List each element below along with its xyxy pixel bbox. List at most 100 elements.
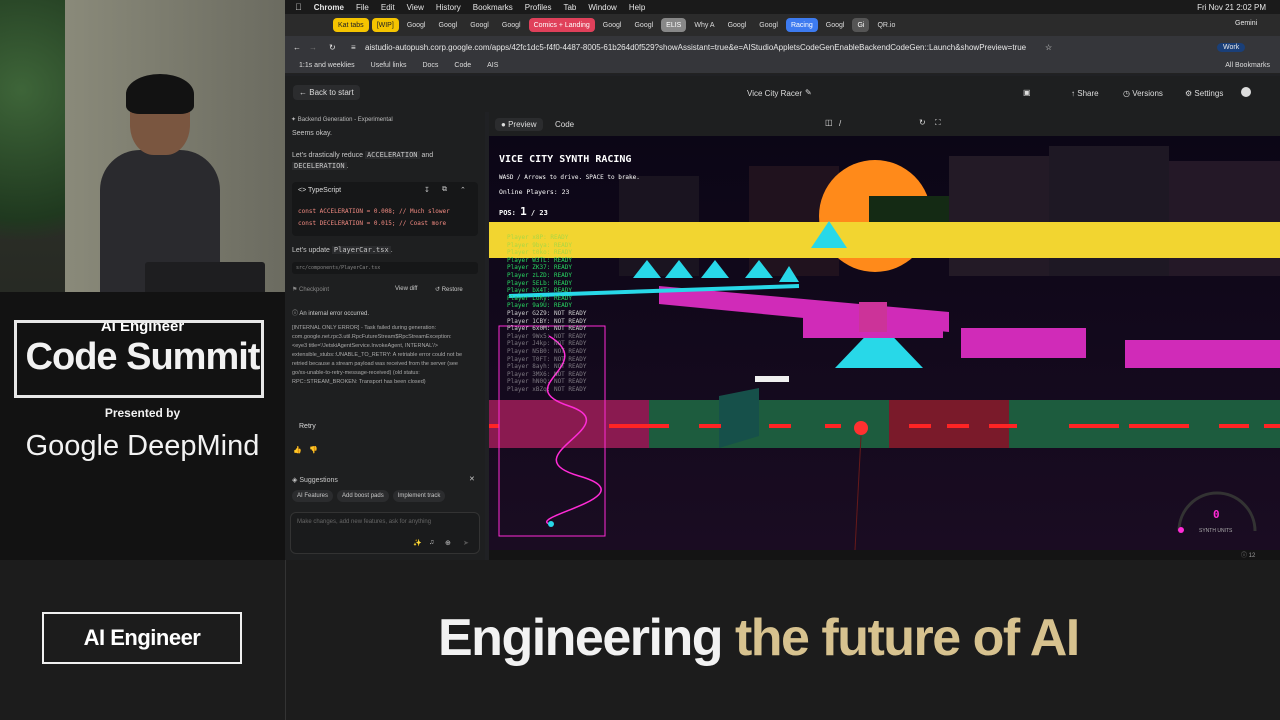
apple-icon[interactable]:  bbox=[295, 2, 302, 12]
collapse-icon[interactable]: ⌃ bbox=[460, 186, 466, 194]
versions-button[interactable]: ◷ Versions bbox=[1123, 89, 1163, 98]
bookmark-folder[interactable]: 1:1s and weeklies bbox=[299, 62, 355, 69]
file-path[interactable]: src/components/PlayerCar.tsx bbox=[292, 262, 478, 274]
menu-file[interactable]: File bbox=[356, 3, 369, 12]
browser-tab[interactable]: Racing bbox=[785, 18, 818, 32]
magic-icon[interactable]: ✨ bbox=[413, 539, 422, 547]
player-entry: Player zLZD: READY bbox=[507, 271, 573, 279]
menu-tab[interactable]: Tab bbox=[563, 3, 576, 12]
edit-title-icon[interactable]: ✎ bbox=[805, 88, 812, 97]
site-info-icon[interactable]: ≡ bbox=[351, 43, 356, 52]
chat-input-box[interactable]: Make changes, add new features, ask for … bbox=[290, 512, 480, 554]
restore-button[interactable]: ↺ Restore bbox=[435, 286, 463, 293]
view-diff-button[interactable]: View diff bbox=[395, 286, 417, 292]
suggestion-chip[interactable]: AI Features bbox=[292, 490, 334, 502]
player-entry: Player 3MX6: NOT READY bbox=[507, 370, 587, 378]
retry-button[interactable]: Retry bbox=[299, 423, 316, 430]
monitor-icon[interactable]: ▣ bbox=[1023, 88, 1031, 97]
copy-icon[interactable]: ⧉ bbox=[442, 186, 447, 194]
player-entry: Player 6x0M: NOT READY bbox=[507, 325, 587, 333]
thumbs-down-icon[interactable]: 👎 bbox=[309, 446, 318, 454]
browser-tab[interactable]: Googl bbox=[821, 18, 850, 32]
preview-path[interactable]: / bbox=[839, 119, 925, 131]
browser-tab[interactable]: Googl bbox=[723, 18, 752, 32]
bookmark-folder[interactable]: Useful links bbox=[371, 62, 407, 69]
gemini-button[interactable]: Gemini bbox=[1235, 20, 1257, 27]
back-icon[interactable]: ← bbox=[293, 43, 301, 52]
position-readout: POS: 1 / 23 bbox=[499, 205, 548, 218]
menu-edit[interactable]: Edit bbox=[381, 3, 395, 12]
chat-panel: ✦ Backend Generation - Experimental Seem… bbox=[285, 112, 485, 560]
code-line: const ACCELERATION = 0.008; // Much slow… bbox=[298, 208, 450, 215]
reload-icon[interactable]: ↻ bbox=[329, 43, 336, 52]
preview-tabbar: ● Preview Code ◫ / ↻ ⛶ bbox=[489, 112, 1280, 136]
bookmark-star-icon[interactable]: ☆ bbox=[1045, 43, 1052, 52]
code-block: <> TypeScript ↧ ⧉ ⌃ const ACCELERATION =… bbox=[292, 182, 478, 236]
browser-tab[interactable]: ELIS bbox=[661, 18, 687, 32]
menubar-clock[interactable]: Fri Nov 21 2:02 PM bbox=[1197, 3, 1280, 12]
browser-tab[interactable]: Comics + Landing bbox=[528, 18, 595, 32]
github-icon[interactable] bbox=[1241, 87, 1251, 97]
back-to-start-button[interactable]: ← Back to start bbox=[293, 85, 360, 100]
chat-input[interactable]: Make changes, add new features, ask for … bbox=[291, 513, 479, 531]
browser-tab[interactable]: Googl bbox=[629, 18, 658, 32]
settings-button[interactable]: ⚙ Settings bbox=[1185, 89, 1223, 98]
bookmark-folder[interactable]: AIS bbox=[487, 62, 498, 69]
tab-code[interactable]: Code bbox=[555, 120, 574, 129]
msg-text: and bbox=[421, 152, 434, 159]
msg-text: Let's drastically reduce bbox=[292, 152, 363, 159]
game-title: VICE CITY SYNTH RACING bbox=[499, 154, 632, 165]
menu-history[interactable]: History bbox=[436, 3, 461, 12]
browser-tab[interactable]: Googl bbox=[598, 18, 627, 32]
code-line: const DECELERATION = 0.015; // Coast mor… bbox=[298, 220, 447, 227]
send-icon[interactable]: ➤ bbox=[463, 539, 469, 547]
menu-bookmarks[interactable]: Bookmarks bbox=[473, 3, 513, 12]
mic-icon[interactable]: ♫ bbox=[429, 539, 434, 546]
add-icon[interactable]: ⊕ bbox=[445, 539, 451, 547]
game-canvas[interactable]: VICE CITY SYNTH RACING WASD / Arrows to … bbox=[489, 136, 1280, 550]
pos-label: POS: bbox=[499, 209, 516, 217]
tab-preview[interactable]: ● Preview bbox=[495, 118, 543, 131]
share-button[interactable]: ↑ Share bbox=[1071, 89, 1099, 98]
suggestion-chip[interactable]: Implement track bbox=[392, 490, 446, 502]
browser-tab[interactable]: Googl bbox=[497, 18, 526, 32]
bookmark-folder[interactable]: Code bbox=[454, 62, 471, 69]
browser-tab[interactable]: Gi bbox=[852, 18, 870, 32]
browser-tab[interactable]: Googl bbox=[402, 18, 431, 32]
code-lang-label: TypeScript bbox=[308, 187, 342, 194]
browser-tab[interactable]: Googl bbox=[754, 18, 783, 32]
all-bookmarks[interactable]: All Bookmarks bbox=[1225, 62, 1280, 69]
podium-sponsor: Google DeepMind bbox=[25, 430, 260, 462]
menu-view[interactable]: View bbox=[407, 3, 424, 12]
browser-tab[interactable]: Kat tabs bbox=[333, 18, 369, 32]
bookmark-folder[interactable]: Docs bbox=[422, 62, 438, 69]
fullscreen-icon[interactable]: ⛶ bbox=[935, 118, 941, 128]
forward-icon[interactable]: → bbox=[309, 43, 317, 52]
issue-count[interactable]: ⓘ 12 bbox=[1241, 550, 1255, 559]
refresh-preview-icon[interactable]: ↻ bbox=[919, 118, 926, 127]
browser-tab[interactable]: Googl bbox=[434, 18, 463, 32]
player-entry: Player x8P: READY bbox=[507, 234, 569, 241]
browser-tab[interactable]: Googl bbox=[465, 18, 494, 32]
profile-button[interactable]: Work bbox=[1217, 42, 1246, 52]
code-lang: <> TypeScript bbox=[298, 187, 342, 194]
suggestions-label: Suggestions bbox=[299, 477, 338, 484]
browser-tab[interactable]: QR.io bbox=[872, 18, 900, 32]
menu-chrome[interactable]: Chrome bbox=[314, 3, 344, 12]
experimental-badge: ✦ Backend Generation - Experimental bbox=[291, 117, 393, 123]
thumbs-up-icon[interactable]: 👍 bbox=[293, 446, 302, 454]
suggestion-chip[interactable]: Add boost pads bbox=[337, 490, 389, 502]
player-car-light bbox=[854, 421, 868, 435]
menu-help[interactable]: Help bbox=[629, 3, 645, 12]
chat-message: Let's update PlayerCar.tsx. bbox=[292, 246, 393, 254]
menu-window[interactable]: Window bbox=[588, 3, 616, 12]
tab-preview-label: Preview bbox=[508, 120, 537, 129]
menu-profiles[interactable]: Profiles bbox=[525, 3, 552, 12]
close-suggestions-icon[interactable]: ✕ bbox=[469, 475, 475, 483]
download-icon[interactable]: ↧ bbox=[424, 186, 430, 194]
url-field[interactable]: aistudio-autopush.corp.google.com/apps/4… bbox=[365, 43, 1026, 52]
device-icon[interactable]: ◫ bbox=[825, 118, 833, 127]
browser-tab[interactable]: [WIP] bbox=[371, 18, 399, 32]
browser-tab[interactable]: Why A bbox=[689, 18, 719, 32]
speed-unit: SYNTH UNITS bbox=[1199, 528, 1233, 534]
